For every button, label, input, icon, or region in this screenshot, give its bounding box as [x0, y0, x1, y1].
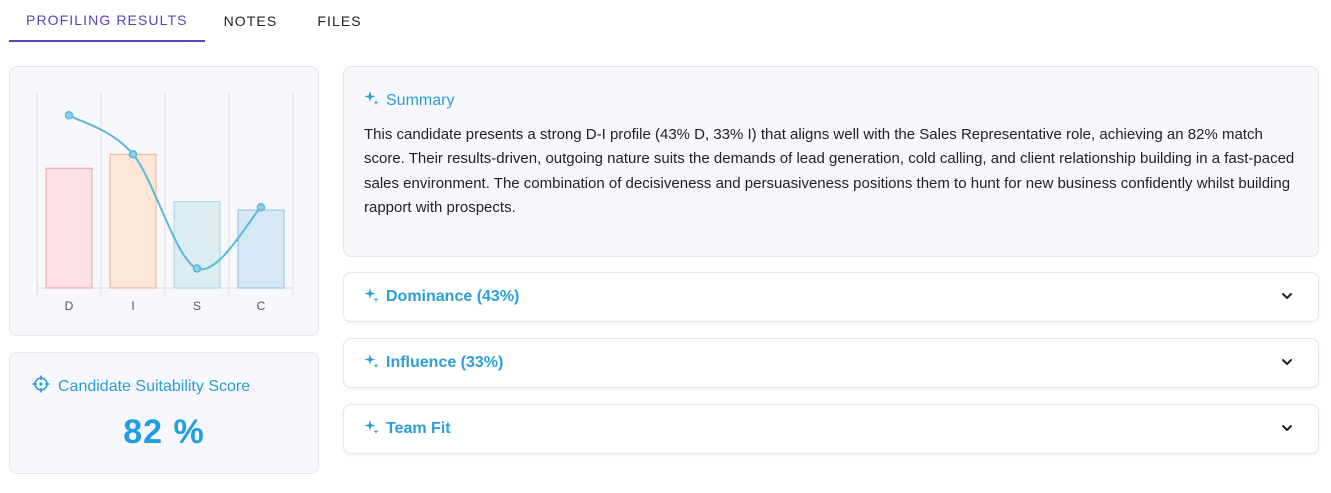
point-d [64, 111, 74, 120]
tick-label-c: C [257, 299, 266, 313]
bar-d [45, 167, 93, 289]
tick-label-s: S [193, 299, 201, 313]
tab-profiling-results[interactable]: PROFILING RESULTS [9, 0, 205, 42]
chevron-down-icon[interactable] [1280, 421, 1294, 440]
sparkle-icon [364, 353, 380, 374]
sparkle-icon [364, 287, 380, 308]
accordion-label: Dominance (43%) [386, 288, 520, 305]
tick-label-d: D [65, 299, 74, 313]
suitability-score-card: Candidate Suitability Score 82 % [9, 352, 319, 474]
tab-files[interactable]: FILES [300, 0, 378, 42]
chevron-down-icon[interactable] [1280, 355, 1294, 374]
accordion-dominance[interactable]: Dominance (43%) [343, 272, 1319, 322]
point-i [128, 150, 138, 159]
accordion-influence[interactable]: Influence (33%) [343, 338, 1319, 388]
disc-chart: DISC [36, 93, 294, 313]
point-s [192, 264, 202, 273]
crosshair-icon [32, 375, 50, 398]
summary-title: Summary [386, 91, 455, 109]
bar-i [109, 153, 157, 289]
sparkle-icon [364, 90, 380, 111]
tick-label-i: I [131, 299, 134, 313]
chevron-down-icon[interactable] [1280, 289, 1294, 308]
disc-chart-card: DISC [9, 66, 319, 336]
accordion-label: Team Fit [386, 420, 451, 437]
summary-card: Summary This candidate presents a strong… [343, 66, 1319, 257]
sparkle-icon [364, 419, 380, 440]
point-c [256, 202, 266, 212]
summary-text: This candidate presents a strong D-I pro… [364, 126, 1295, 216]
tab-notes[interactable]: NOTES [207, 0, 295, 42]
score-value: 82 % [123, 413, 205, 451]
score-title: Candidate Suitability Score [58, 377, 251, 395]
bar-c [237, 209, 285, 289]
accordion-team-fit[interactable]: Team Fit [343, 404, 1319, 454]
tab-bar: PROFILING RESULTS NOTES FILES [9, 0, 379, 42]
accordion-label: Influence (33%) [386, 354, 504, 371]
bar-s [173, 201, 221, 289]
